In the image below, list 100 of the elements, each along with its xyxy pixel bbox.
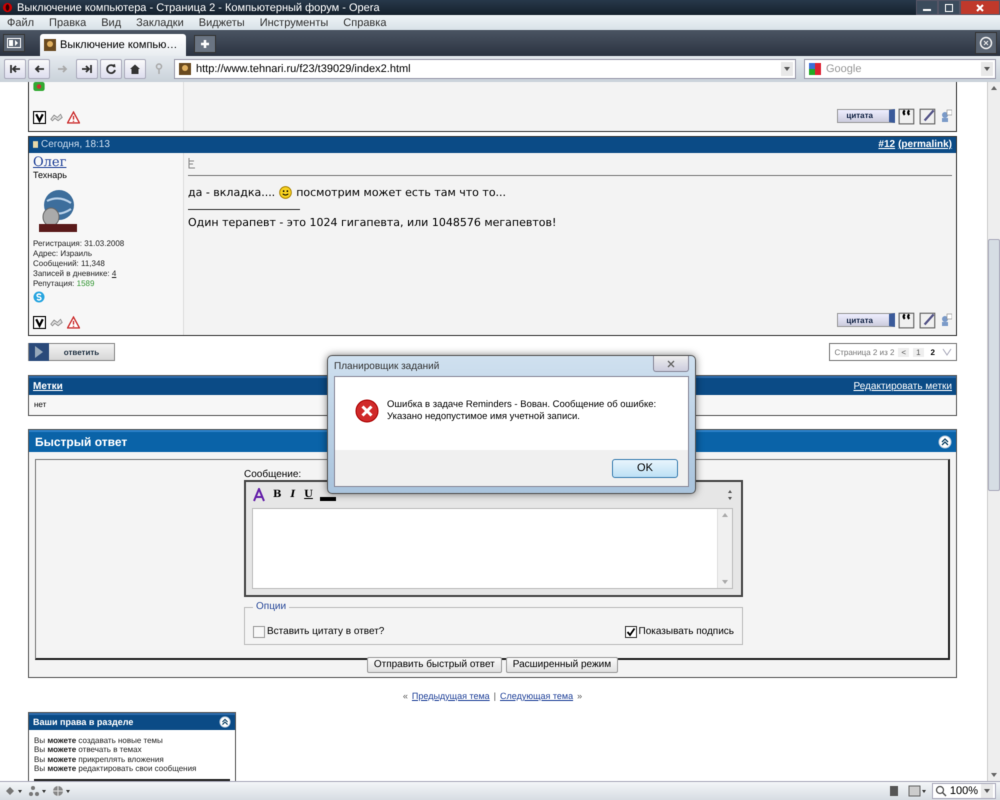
- next-mark: »: [577, 690, 582, 701]
- quote-button[interactable]: цитата: [837, 313, 895, 328]
- close-button[interactable]: [960, 0, 1000, 15]
- multi-quote-icon[interactable]: [898, 311, 916, 330]
- dropdown-icon[interactable]: [781, 62, 793, 76]
- search-input[interactable]: Google: [826, 63, 976, 75]
- user-icon[interactable]: [940, 108, 952, 123]
- address-field[interactable]: http://www.tehnari.ru/f23/t39029/index2.html: [174, 59, 796, 79]
- url-input[interactable]: http://www.tehnari.ru/f23/t39029/index2.html: [196, 63, 776, 75]
- maximize-button[interactable]: [938, 0, 960, 15]
- permission-text: Вы можете отвечать в темах: [34, 745, 143, 755]
- menu-item[interactable]: Правка: [49, 16, 86, 28]
- home-button[interactable]: [124, 59, 146, 79]
- menu-item[interactable]: Инструменты: [260, 16, 328, 28]
- rewind-button[interactable]: [4, 59, 26, 79]
- network-icon[interactable]: [28, 785, 48, 797]
- warning-icon[interactable]: [67, 110, 80, 124]
- back-button[interactable]: [28, 59, 50, 79]
- quick-reply-title: Быстрый ответ: [35, 434, 128, 449]
- post-date: Сегодня, 18:13: [41, 139, 110, 150]
- page-link[interactable]: 1: [913, 348, 924, 357]
- edit-icon[interactable]: [919, 311, 937, 330]
- rights-title: Ваши права в разделе: [33, 717, 134, 728]
- image-icon[interactable]: [908, 785, 928, 797]
- signature: Один терапевт - это 1024 гигапевта, или 1048576 мегапевтов!: [188, 216, 558, 229]
- user-stat: Репутация: 1589: [33, 278, 96, 289]
- undo-close-icon: [979, 36, 993, 50]
- user-icon[interactable]: [940, 313, 952, 328]
- zoom-control[interactable]: 100%: [932, 783, 996, 799]
- dropdown-icon[interactable]: [981, 62, 993, 76]
- user-stat: Адрес: Израиль: [33, 248, 93, 259]
- dropdown-icon[interactable]: [981, 784, 993, 798]
- next-thread-link[interactable]: Следующая тема: [500, 690, 574, 701]
- multi-quote-icon[interactable]: [898, 106, 916, 125]
- skype-icon[interactable]: [33, 290, 45, 303]
- menu-item[interactable]: Закладки: [136, 16, 184, 28]
- new-tab-button[interactable]: [194, 35, 216, 53]
- tags-link[interactable]: Метки: [33, 380, 63, 392]
- home-icon: [129, 63, 141, 75]
- reply-button[interactable]: ответить: [28, 343, 115, 362]
- ok-button[interactable]: OK: [612, 458, 678, 478]
- forward-icon: [57, 63, 69, 75]
- warning-icon[interactable]: [67, 316, 80, 330]
- font-icon[interactable]: [252, 488, 266, 502]
- option-checkbox[interactable]: Вставить цитату в ответ?: [253, 626, 384, 638]
- menu-item[interactable]: Вид: [101, 16, 122, 28]
- collapse-icon[interactable]: [938, 434, 952, 449]
- scroll-down-icon[interactable]: [990, 772, 998, 778]
- collapse-icon[interactable]: [219, 716, 231, 728]
- sync-icon[interactable]: [4, 785, 24, 797]
- closed-tabs-button[interactable]: [975, 32, 997, 54]
- format-button[interactable]: U: [302, 489, 315, 500]
- minimize-icon: [923, 9, 931, 11]
- dialog-title: Планировщик заданий: [334, 360, 440, 372]
- post-number-link[interactable]: #12: [878, 139, 896, 150]
- previous-page-link[interactable]: <: [898, 348, 910, 357]
- previous-thread-link[interactable]: Предыдущая тема: [412, 690, 490, 701]
- option-checkbox[interactable]: Показывать подпись: [624, 626, 734, 638]
- quote-button[interactable]: цитата: [837, 108, 895, 123]
- page-scrollbar[interactable]: [987, 82, 1000, 781]
- error-message: Ошибка в задаче Reminders - Вован. Сообщение об ошибке:: [387, 398, 656, 410]
- edit-icon[interactable]: [919, 106, 937, 125]
- form-button[interactable]: Расширенный режим: [506, 656, 618, 673]
- browser-tab[interactable]: Выключение компью…: [40, 34, 186, 56]
- user-stat: Сообщений: 11,348: [33, 258, 106, 269]
- message-field[interactable]: [252, 508, 733, 589]
- resize-icon[interactable]: [727, 488, 733, 501]
- globe-icon[interactable]: [52, 785, 72, 797]
- format-button[interactable]: B: [271, 489, 284, 500]
- window-title: Выключение компьютера - Страница 2 - Компьютерный форум - Opera: [17, 2, 380, 14]
- key-icon: [153, 63, 165, 75]
- menu-item[interactable]: Справка: [343, 16, 386, 28]
- v-icon[interactable]: [33, 316, 46, 330]
- tags-value: нет: [34, 400, 46, 410]
- search-field[interactable]: Google: [804, 59, 996, 79]
- v-icon[interactable]: [33, 110, 46, 124]
- edit-tags-link[interactable]: Редактировать метки: [853, 380, 952, 392]
- post-icon: [33, 141, 38, 148]
- error-message: Указано недопустимое имя учетной записи.: [387, 410, 581, 422]
- fast-forward-button[interactable]: [76, 59, 98, 79]
- close-button[interactable]: [653, 356, 689, 372]
- permission-text: Вы можете прикреплять вложения: [34, 754, 165, 764]
- format-button[interactable]: I: [288, 489, 298, 500]
- error-icon: [355, 398, 379, 422]
- page-link[interactable]: 2: [928, 348, 938, 357]
- reload-icon: [105, 63, 117, 75]
- menu-item[interactable]: Виджеты: [198, 16, 245, 28]
- favicon-icon: [179, 63, 191, 75]
- author-link[interactable]: Олег: [33, 154, 66, 170]
- permission-text: Вы можете создавать новые темы: [34, 736, 164, 746]
- reload-button[interactable]: [100, 59, 122, 79]
- permission-text: Вы можете редактировать свои сообщения: [34, 764, 198, 774]
- diary-link[interactable]: 4: [112, 268, 116, 278]
- form-button[interactable]: Отправить быстрый ответ: [366, 656, 502, 673]
- menu-item[interactable]: Файл: [7, 16, 34, 28]
- minimize-button[interactable]: [916, 0, 938, 15]
- permalink-link[interactable]: (permalink): [898, 139, 952, 150]
- panel-toggle-button[interactable]: [3, 34, 25, 52]
- scroll-up-icon[interactable]: [990, 85, 998, 91]
- text-color-icon[interactable]: [320, 496, 336, 501]
